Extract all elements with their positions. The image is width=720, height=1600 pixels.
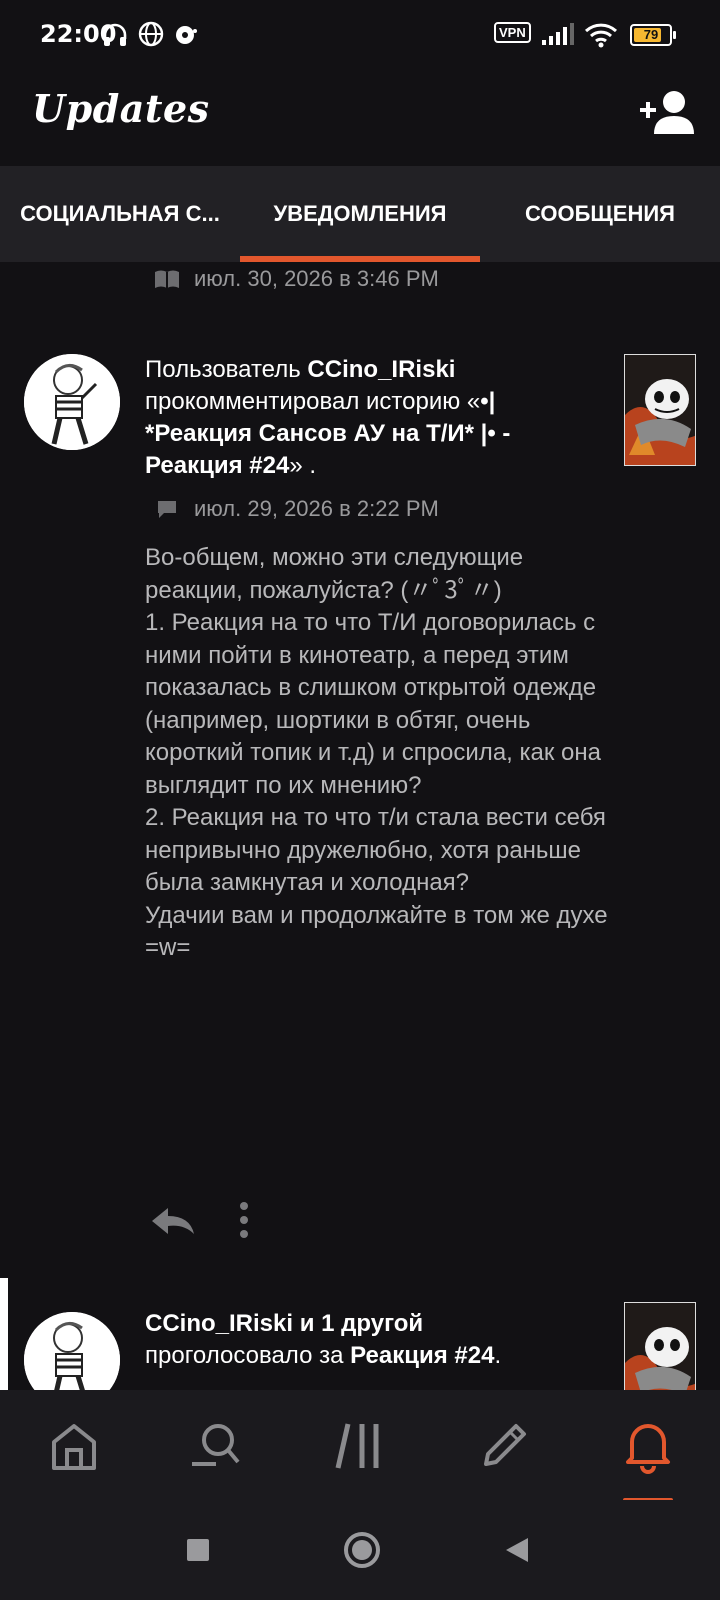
app-header: Updates [0, 70, 720, 166]
back-icon[interactable] [504, 1536, 530, 1564]
avatar[interactable] [24, 1312, 120, 1390]
notification-text[interactable]: Пользователь CCino_IRiski прокомментиров… [145, 354, 585, 482]
page-title: Updates [32, 86, 210, 131]
book-icon [155, 270, 179, 288]
battery-icon: 79 [630, 24, 676, 46]
prev-timestamp: июл. 30, 2026 в 3:46 PM [194, 266, 439, 291]
tab-bar: СОЦИАЛЬНАЯ С... УВЕДОМЛЕНИЯ СООБЩЕНИЯ [0, 166, 720, 262]
disc-icon [176, 26, 197, 44]
notification-timestamp: июл. 29, 2026 в 2:22 PM [194, 496, 439, 521]
unread-indicator [0, 1278, 8, 1390]
notif-prefix: Пользователь [145, 356, 308, 383]
comment-icon [158, 501, 176, 518]
tab-messages[interactable]: СООБЩЕНИЯ [480, 166, 720, 262]
avatar-drawing [24, 354, 120, 450]
notif2-users[interactable]: CCino_IRiski и 1 другой [145, 1310, 423, 1337]
tab-notifications[interactable]: УВЕДОМЛЕНИЯ [240, 166, 480, 262]
notification-text-2[interactable]: CCino_IRiski и 1 другой проголосовало за… [145, 1308, 605, 1372]
wifi-icon [584, 23, 618, 48]
vpn-badge: VPN [494, 22, 531, 43]
story-cover-art [625, 1303, 695, 1390]
bell-icon[interactable] [618, 1416, 678, 1476]
tab-messages-label: СООБЩЕНИЯ [525, 201, 675, 226]
story-cover-art [625, 355, 695, 465]
notif2-target[interactable]: Реакция #24 [350, 1342, 494, 1369]
notifications-list[interactable]: июл. 30, 2026 в 3:46 PM Пользователь CCi… [0, 262, 720, 1390]
battery-percent: 79 [643, 27, 659, 42]
bottom-navigation [0, 1390, 720, 1503]
avatar-drawing [24, 1312, 120, 1390]
notification-meta: июл. 29, 2026 в 2:22 PM [154, 496, 439, 522]
more-vertical-icon[interactable] [238, 1200, 250, 1240]
notif-action: прокомментировал историю « [145, 388, 481, 415]
system-navigation [0, 1500, 720, 1600]
tab-notifications-label: УВЕДОМЛЕНИЯ [273, 201, 447, 226]
write-icon[interactable] [474, 1416, 534, 1476]
reply-icon[interactable] [150, 1204, 196, 1238]
tab-social[interactable]: СОЦИАЛЬНАЯ С... [0, 166, 240, 262]
notif-username[interactable]: CCino_IRiski [307, 356, 455, 383]
status-bar: 22:00 VPN 79 [0, 0, 720, 70]
tab-social-label: СОЦИАЛЬНАЯ С... [20, 201, 220, 226]
search-icon[interactable] [186, 1416, 246, 1476]
recents-icon[interactable] [186, 1538, 210, 1562]
notif-suffix: » . [289, 452, 317, 479]
library-icon[interactable] [330, 1416, 390, 1476]
add-user-icon[interactable] [638, 88, 698, 138]
home-circle-icon[interactable] [342, 1530, 382, 1570]
globe-icon [138, 21, 164, 47]
headphones-icon [103, 23, 127, 46]
comment-body[interactable]: Во-общем, можно эти следующие реакции, п… [145, 542, 615, 965]
prev-item-meta: июл. 30, 2026 в 3:46 PM [154, 266, 439, 292]
notif2-action: проголосовало за [145, 1342, 351, 1369]
avatar[interactable] [24, 354, 120, 450]
home-icon[interactable] [44, 1416, 104, 1476]
story-thumbnail[interactable] [624, 354, 696, 466]
story-thumbnail-2[interactable] [624, 1302, 696, 1390]
signal-icon [542, 23, 574, 45]
notif2-suffix: . [494, 1342, 502, 1369]
